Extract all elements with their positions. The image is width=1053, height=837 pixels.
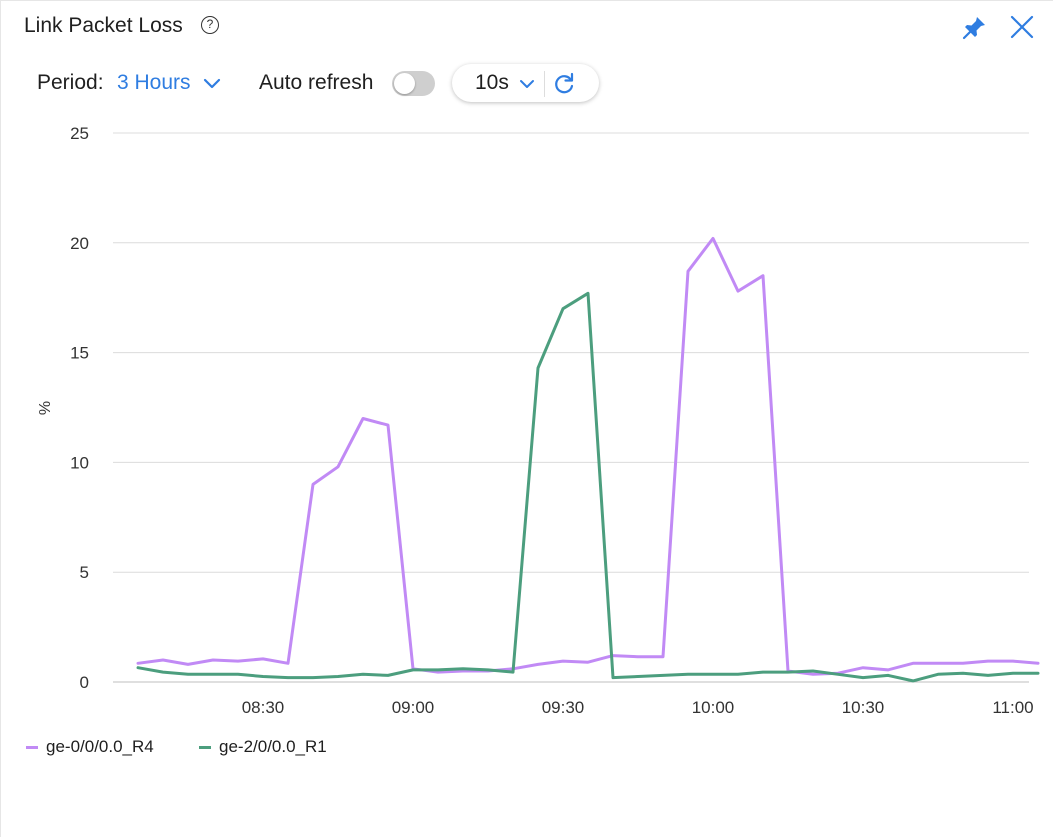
y-tick-label: 15 <box>70 344 89 363</box>
x-tick-label: 09:30 <box>542 698 585 717</box>
link-packet-loss-panel: Link Packet Loss ? Period: 3 Hours Auto … <box>0 0 1053 837</box>
x-tick-label: 08:30 <box>242 698 285 717</box>
y-tick-label: 20 <box>70 234 89 253</box>
period-label: Period: <box>37 71 104 94</box>
series-line-r1 <box>136 291 1040 683</box>
question-circle-icon[interactable]: ? <box>201 16 219 34</box>
chevron-down-icon[interactable] <box>518 77 536 91</box>
auto-refresh-label: Auto refresh <box>259 71 374 94</box>
divider <box>544 71 545 97</box>
x-tick-label: 10:00 <box>692 698 735 717</box>
x-tick-label: 09:00 <box>392 698 435 717</box>
interval-select[interactable]: 10s <box>475 71 509 95</box>
period-select[interactable]: 3 Hours <box>117 71 191 95</box>
auto-refresh-toggle[interactable] <box>392 71 435 96</box>
chevron-down-icon[interactable] <box>202 75 222 91</box>
y-tick-label: 10 <box>70 453 89 472</box>
legend-swatch <box>199 746 211 750</box>
toggle-knob <box>394 73 415 94</box>
x-tick-label: 11:00 <box>992 698 1033 717</box>
pin-icon[interactable] <box>961 13 989 41</box>
y-tick-label: 0 <box>80 673 89 692</box>
legend-label: ge-2/0/0.0_R1 <box>219 737 327 756</box>
legend-label: ge-0/0/0.0_R4 <box>46 737 154 756</box>
y-tick-label: 5 <box>80 563 89 582</box>
refresh-icon[interactable] <box>551 71 577 97</box>
x-tick-label: 10:30 <box>842 698 885 717</box>
close-icon[interactable] <box>1008 13 1036 41</box>
legend-swatch <box>26 746 38 750</box>
y-axis-label: % <box>37 401 54 415</box>
legend-item-r4[interactable]: ge-0/0/0.0_R4 <box>26 737 154 757</box>
panel-title: Link Packet Loss <box>24 14 183 37</box>
legend-item-r1[interactable]: ge-2/0/0.0_R1 <box>199 737 327 757</box>
packet-loss-chart: 0 5 10 15 20 25% 08:30 09:00 09:30 10:00 10:30 11:0… <box>37 124 1040 717</box>
y-tick-label: 25 <box>70 124 89 143</box>
